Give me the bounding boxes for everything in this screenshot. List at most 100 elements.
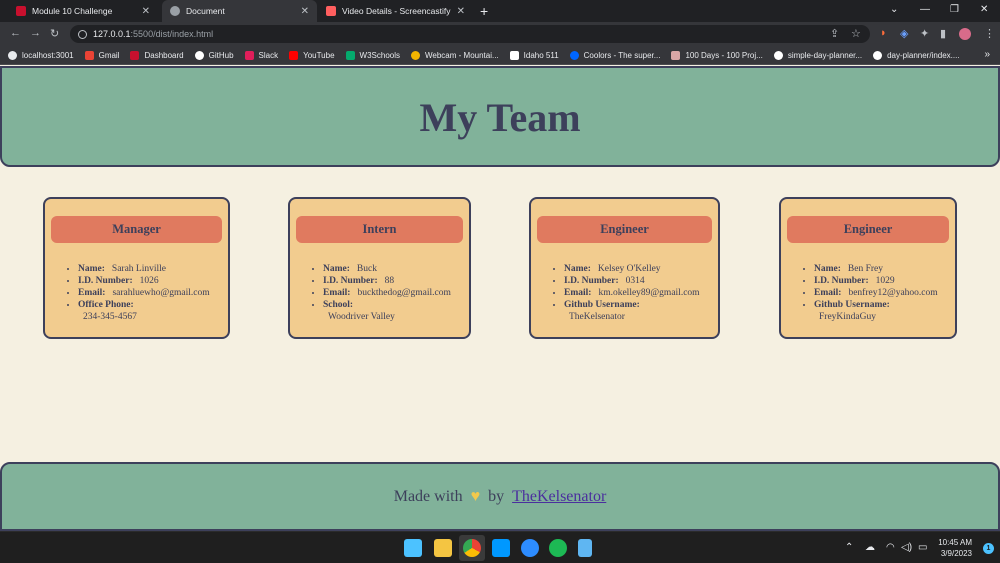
zoom-icon[interactable] [521, 539, 539, 557]
notification-badge[interactable]: 1 [983, 543, 994, 554]
extensions-puzzle-icon[interactable]: ✦ [920, 27, 929, 40]
close-icon[interactable]: ✕ [301, 6, 309, 17]
bookmark-item[interactable]: Dashboard [130, 50, 184, 60]
gmail-icon [84, 50, 94, 60]
detail-label: I.D. Number: [564, 276, 619, 286]
detail-label: Github Username: [564, 300, 640, 310]
youtube-icon [289, 50, 299, 60]
battery-icon[interactable]: ▭ [918, 542, 927, 553]
utah-icon [16, 6, 26, 16]
close-icon[interactable]: ✕ [142, 6, 150, 17]
back-icon[interactable]: ← [10, 27, 21, 39]
detail-label: I.D. Number: [814, 276, 869, 286]
bookmark-item[interactable]: Webcam - Mountai... [411, 50, 499, 60]
bookmark-item[interactable]: Gmail [84, 50, 120, 60]
bookmark-label: simple-day-planner... [787, 50, 863, 60]
share-icon[interactable]: ⇪ [830, 27, 839, 40]
detail-value: Woodriver Valley [328, 312, 395, 322]
url-host: 127.0.0.1 [93, 29, 131, 39]
bookmark-label: localhost:3001 [22, 50, 74, 60]
webcam-icon [411, 50, 420, 60]
detail-id: I.D. Number: 1029 [814, 275, 938, 287]
author-link[interactable]: TheKelsenator [512, 488, 606, 506]
footer-text: Made with [393, 487, 463, 505]
minimize-icon[interactable]: — [920, 4, 930, 15]
vscode-icon[interactable] [492, 539, 510, 557]
detail-label: Email: [78, 288, 106, 298]
reload-icon[interactable]: ↻ [50, 27, 59, 40]
bookmark-item[interactable]: localhost:3001 [8, 50, 74, 60]
bookmark-item[interactable]: day-planner/index.... [873, 50, 960, 60]
detail-label: Email: [814, 288, 842, 298]
site-info-icon[interactable] [78, 29, 87, 39]
detail-label: I.D. Number: [78, 276, 133, 286]
bookmark-label: YouTube [303, 50, 335, 60]
employee-card-manager: Manager Name: Sarah Linville I.D. Number:… [43, 197, 230, 339]
side-panel-icon[interactable]: ▮ [940, 27, 946, 40]
new-tab-button[interactable]: + [480, 3, 488, 19]
detail-label: School: [323, 300, 354, 310]
wifi-icon[interactable]: ◠ [886, 542, 895, 553]
bookmark-item[interactable]: 100 Days - 100 Proj... [671, 50, 763, 60]
spotify-icon[interactable] [549, 539, 567, 557]
browser-tab-bar: Module 10 Challenge ✕ Document ✕ Video D… [0, 0, 1000, 22]
tab-title: Video Details - Screencastify [342, 6, 451, 16]
detail-value: 1029 [875, 276, 895, 286]
detail-value: Sarah Linville [111, 264, 166, 274]
bookmark-item[interactable]: Idaho 511 [509, 50, 559, 60]
bookmark-label: Coolors - The super... [583, 50, 661, 60]
detail-value: TheKelsenator [569, 312, 625, 322]
tab-module-10[interactable]: Module 10 Challenge ✕ [8, 0, 158, 22]
card-role: Engineer [537, 216, 712, 243]
address-bar[interactable]: 127.0.0.1:5500/dist/index.html [70, 25, 870, 43]
bookmark-item[interactable]: Slack [244, 50, 278, 60]
detail-label: Name: [814, 264, 841, 274]
forward-icon[interactable]: → [30, 27, 41, 39]
detail-label: Name: [564, 264, 591, 274]
maximize-icon[interactable]: ❐ [950, 4, 959, 15]
bookmarks-overflow-icon[interactable]: » [984, 49, 990, 60]
detail-name: Name: Ben Frey [814, 263, 938, 275]
card-role: Engineer [787, 216, 949, 243]
bookmark-label: GitHub [208, 50, 234, 60]
file-explorer-icon[interactable] [434, 539, 452, 557]
page-title: My Team [419, 95, 581, 140]
bookmark-item[interactable]: simple-day-planner... [773, 50, 863, 60]
bookmark-item[interactable]: W3Schools [345, 50, 400, 60]
detail-name: Name: Buck [323, 263, 451, 275]
bookmark-label: Gmail [98, 50, 120, 60]
tab-screencastify[interactable]: Video Details - Screencastify ✕ [318, 0, 473, 22]
bookmark-item[interactable]: YouTube [289, 50, 335, 60]
menu-icon[interactable]: ⋮ [984, 27, 995, 40]
screencastify-icon [326, 6, 336, 16]
extension-icon[interactable]: ◗ [880, 27, 887, 39]
chevron-up-icon[interactable]: ⌃ [845, 542, 853, 553]
windows-start-icon[interactable] [404, 539, 422, 557]
detail-email: Email: benfrey12@yahoo.com [814, 287, 938, 299]
bookmark-item[interactable]: Coolors - The super... [569, 50, 661, 60]
bookmark-star-icon[interactable]: ☆ [851, 27, 861, 40]
clock-time: 10:45 AM [938, 538, 972, 547]
close-icon[interactable]: ✕ [457, 6, 465, 17]
profile-avatar[interactable] [959, 28, 971, 40]
bookmark-label: 100 Days - 100 Proj... [685, 50, 763, 60]
employee-details: Name: Kelsey O'Kelley I.D. Number: 0314 Em… [564, 263, 700, 323]
volume-icon[interactable]: ◁) [901, 542, 912, 553]
extension-icon[interactable]: ◈ [900, 27, 908, 40]
close-window-icon[interactable]: ✕ [980, 4, 988, 15]
chrome-icon [463, 539, 481, 557]
system-clock[interactable]: 10:45 AM 3/9/2023 [938, 537, 972, 559]
notepad-icon[interactable] [578, 539, 592, 557]
chrome-taskbar-button[interactable] [459, 535, 485, 561]
employee-card-engineer: Engineer Name: Kelsey O'Kelley I.D. Numbe… [529, 197, 720, 339]
bookmark-item[interactable]: GitHub [194, 50, 234, 60]
detail-value: Ben Frey [847, 264, 883, 274]
detail-email: Email: km.okelley89@gmail.com [564, 287, 700, 299]
url-path: :5500/dist/index.html [130, 29, 214, 39]
tab-search-icon[interactable]: ⌄ [890, 4, 898, 15]
cloud-icon[interactable]: ☁ [865, 542, 875, 553]
bookmark-label: Dashboard [144, 50, 184, 60]
detail-label: Email: [323, 288, 351, 298]
coolors-icon [569, 50, 579, 60]
tab-document[interactable]: Document ✕ [162, 0, 317, 22]
